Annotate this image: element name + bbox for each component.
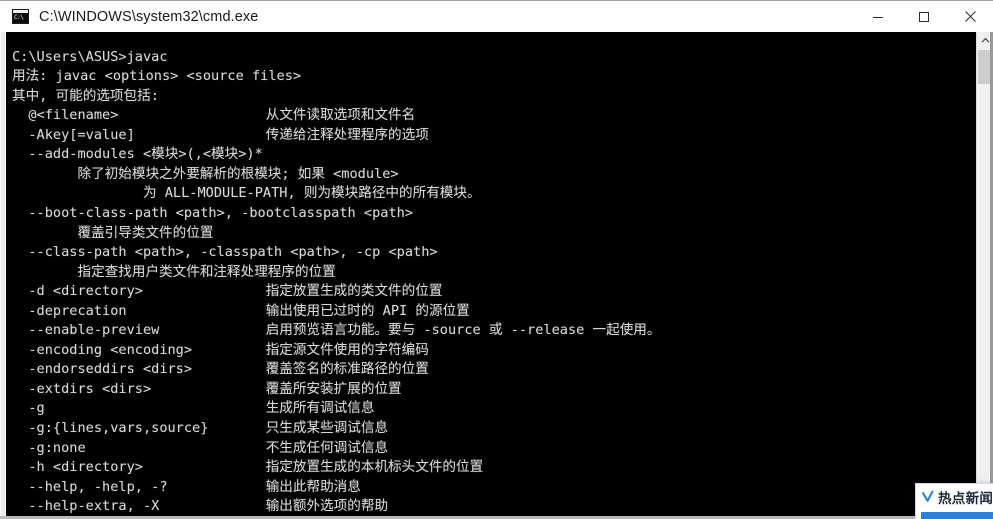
title-bar[interactable]: C:\WINDOWS\system32\cmd.exe [0,1,993,32]
maximize-icon [919,11,929,22]
close-icon [964,11,976,22]
window-controls [855,1,993,32]
minimize-button[interactable] [855,1,901,32]
screen: C:\WINDOWS\system32\cmd.exe [0,0,993,519]
console-output-surface[interactable]: C:\Users\ASUS>javac 用法: javac <options> … [6,32,976,519]
hot-news-popup[interactable]: 热点新闻 [915,483,993,519]
download-arrow-icon [921,490,934,502]
console-output-text: C:\Users\ASUS>javac 用法: javac <options> … [12,48,661,519]
title-bar-left: C:\WINDOWS\system32\cmd.exe [0,1,855,32]
hot-news-header[interactable]: 热点新闻 [916,484,993,509]
window-title: C:\WINDOWS\system32\cmd.exe [39,8,259,25]
hot-news-label: 热点新闻 [938,490,993,506]
cmd-icon[interactable] [12,9,29,24]
maximize-button[interactable] [901,1,947,32]
cmd-window: C:\WINDOWS\system32\cmd.exe [0,0,993,519]
close-button[interactable] [947,1,993,32]
minimize-icon [873,16,883,18]
console-area: C:\Users\ASUS>javac 用法: javac <options> … [0,32,993,519]
scroll-up-arrow-icon [981,37,989,43]
hot-news-accent-bar [921,512,993,519]
